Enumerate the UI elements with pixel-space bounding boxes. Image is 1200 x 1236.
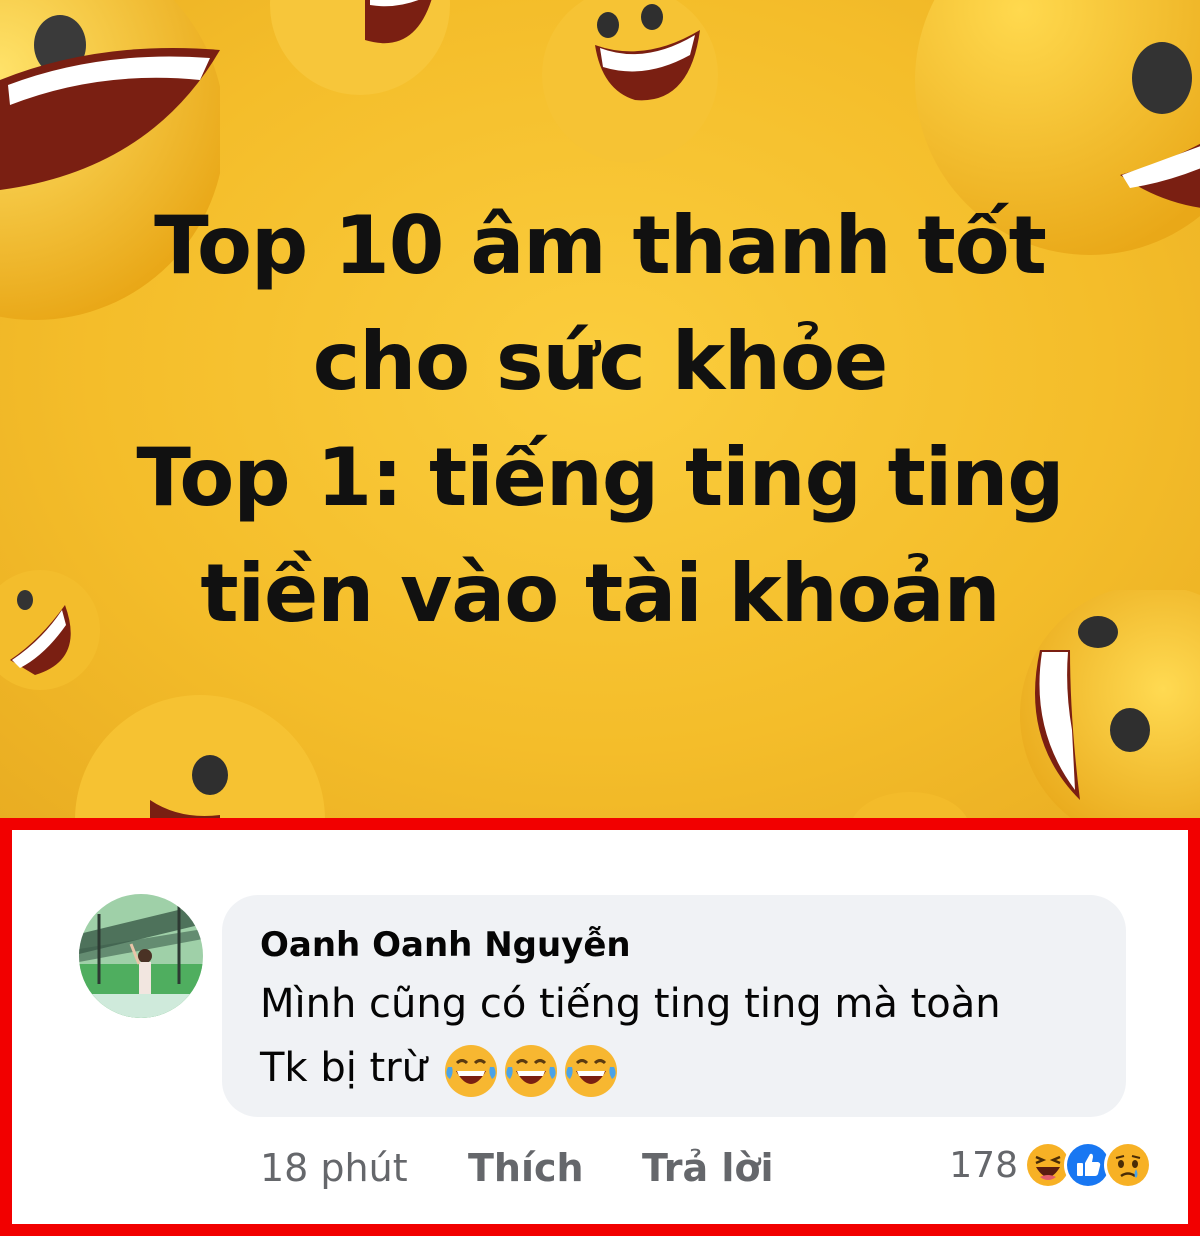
meme-image: Top 10 âm thanh tốt cho sức khỏe Top 1: … bbox=[0, 0, 1200, 818]
avatar[interactable] bbox=[79, 894, 203, 1018]
reaction-summary[interactable]: 178 bbox=[949, 1140, 1152, 1190]
like-button[interactable]: Thích bbox=[468, 1146, 584, 1190]
comment-text-line: Tk bị trừ bbox=[260, 1041, 620, 1099]
laughing-face-icon bbox=[75, 695, 325, 818]
laughing-face-icon bbox=[542, 0, 718, 163]
laughing-face-icon bbox=[270, 0, 450, 95]
reaction-count: 178 bbox=[949, 1144, 1018, 1186]
comment-text: Tk bị trừ bbox=[260, 1045, 428, 1091]
laugh-cry-emoji bbox=[504, 1045, 557, 1097]
avatar-photo bbox=[79, 894, 203, 1018]
comment-timestamp[interactable]: 18 phút bbox=[260, 1146, 408, 1190]
laugh-cry-emoji bbox=[444, 1045, 497, 1097]
comment-author[interactable]: Oanh Oanh Nguyễn bbox=[260, 925, 631, 965]
comment-text-line: Mình cũng có tiếng ting ting mà toàn bbox=[260, 981, 1001, 1027]
meme-line: tiền vào tài khoản bbox=[200, 547, 1000, 640]
reply-button[interactable]: Trả lời bbox=[642, 1146, 774, 1190]
laughing-face-icon bbox=[853, 792, 967, 818]
comment-bubble: Oanh Oanh Nguyễn Mình cũng có tiếng ting… bbox=[222, 895, 1126, 1117]
meme-line: cho sức khỏe bbox=[312, 315, 888, 408]
screenshot: Top 10 âm thanh tốt cho sức khỏe Top 1: … bbox=[0, 0, 1200, 1236]
laugh-cry-emoji bbox=[564, 1045, 617, 1097]
meme-line: Top 10 âm thanh tốt bbox=[154, 199, 1047, 292]
meme-line: Top 1: tiếng ting ting bbox=[136, 431, 1064, 524]
meme-caption: Top 10 âm thanh tốt cho sức khỏe Top 1: … bbox=[0, 188, 1200, 652]
sad-icon bbox=[1104, 1141, 1152, 1189]
comment-highlight-box: Oanh Oanh Nguyễn Mình cũng có tiếng ting… bbox=[0, 818, 1200, 1236]
